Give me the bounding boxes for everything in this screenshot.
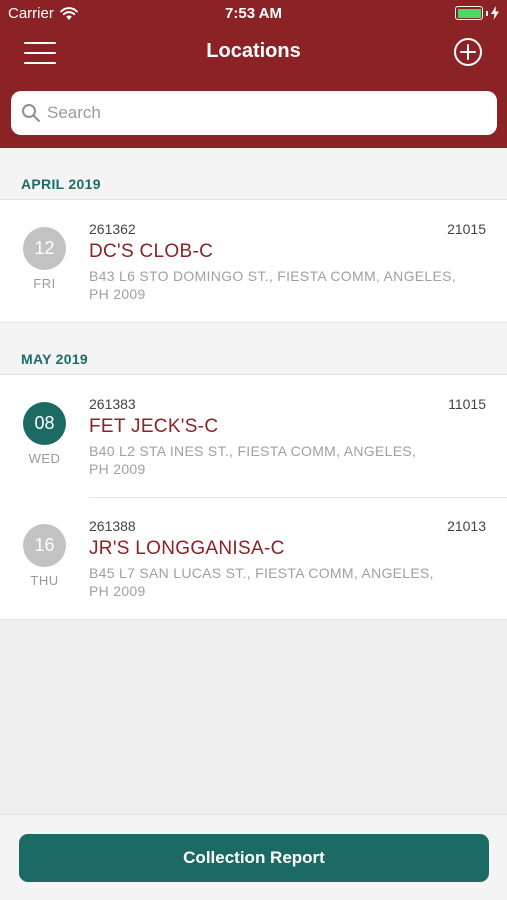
search-icon	[22, 104, 40, 122]
address-line-2: PH 2009	[89, 583, 146, 599]
locations-list: APRIL 2019 12 FRI 261362 21015 DC'S CLOB…	[0, 148, 507, 620]
date-badge: 16	[23, 524, 66, 567]
location-address: B40 L2 STA INES ST., FIESTA COMM, ANGELE…	[89, 442, 489, 478]
status-time: 7:53 AM	[225, 5, 282, 22]
route-code: 21015	[447, 221, 486, 237]
location-name: JR'S LONGGANISA-C	[89, 538, 285, 559]
route-code: 11015	[448, 396, 486, 412]
account-number: 261383	[89, 396, 136, 412]
route-code: 21013	[447, 518, 486, 534]
address-line-2: PH 2009	[89, 286, 146, 302]
weekday-label: WED	[28, 451, 61, 466]
date-badge: 12	[23, 227, 66, 270]
location-address: B45 L7 SAN LUCAS ST., FIESTA COMM, ANGEL…	[89, 564, 489, 600]
collection-report-button[interactable]: Collection Report	[19, 834, 489, 882]
address-line-2: PH 2009	[89, 461, 146, 477]
location-name: FET JECK'S-C	[89, 416, 219, 437]
footer-bar: Collection Report	[0, 814, 507, 900]
address-line-1: B40 L2 STA INES ST., FIESTA COMM, ANGELE…	[89, 443, 417, 459]
charging-bolt-icon	[491, 6, 499, 20]
address-line-1: B43 L6 STO DOMINGO ST., FIESTA COMM, ANG…	[89, 268, 456, 284]
date-badge: 08	[23, 402, 66, 445]
status-bar: Carrier 7:53 AM	[0, 0, 507, 28]
section-header-may-2019: MAY 2019	[0, 323, 507, 375]
location-address: B43 L6 STO DOMINGO ST., FIESTA COMM, ANG…	[89, 267, 489, 303]
search-input[interactable]	[47, 103, 467, 123]
plus-circle-icon[interactable]	[453, 37, 483, 67]
account-number: 261388	[89, 518, 136, 534]
address-line-1: B45 L7 SAN LUCAS ST., FIESTA COMM, ANGEL…	[89, 565, 434, 581]
location-name: DC'S CLOB-C	[89, 241, 214, 262]
list-item[interactable]: 16 THU 261388 21013 JR'S LONGGANISA-C B4…	[0, 497, 507, 619]
battery-icon	[455, 6, 483, 20]
search-bar[interactable]	[11, 91, 497, 135]
page-title: Locations	[206, 40, 301, 62]
section-header-april-2019: APRIL 2019	[0, 148, 507, 200]
battery-indicator	[455, 6, 499, 20]
account-number: 261362	[89, 221, 136, 237]
navigation-bar: Locations	[0, 28, 507, 148]
list-item[interactable]: 08 WED 261383 11015 FET JECK'S-C B40 L2 …	[0, 375, 507, 497]
weekday-label: FRI	[33, 276, 56, 291]
weekday-label: THU	[30, 573, 59, 588]
list-item[interactable]: 12 FRI 261362 21015 DC'S CLOB-C B43 L6 S…	[0, 200, 507, 322]
